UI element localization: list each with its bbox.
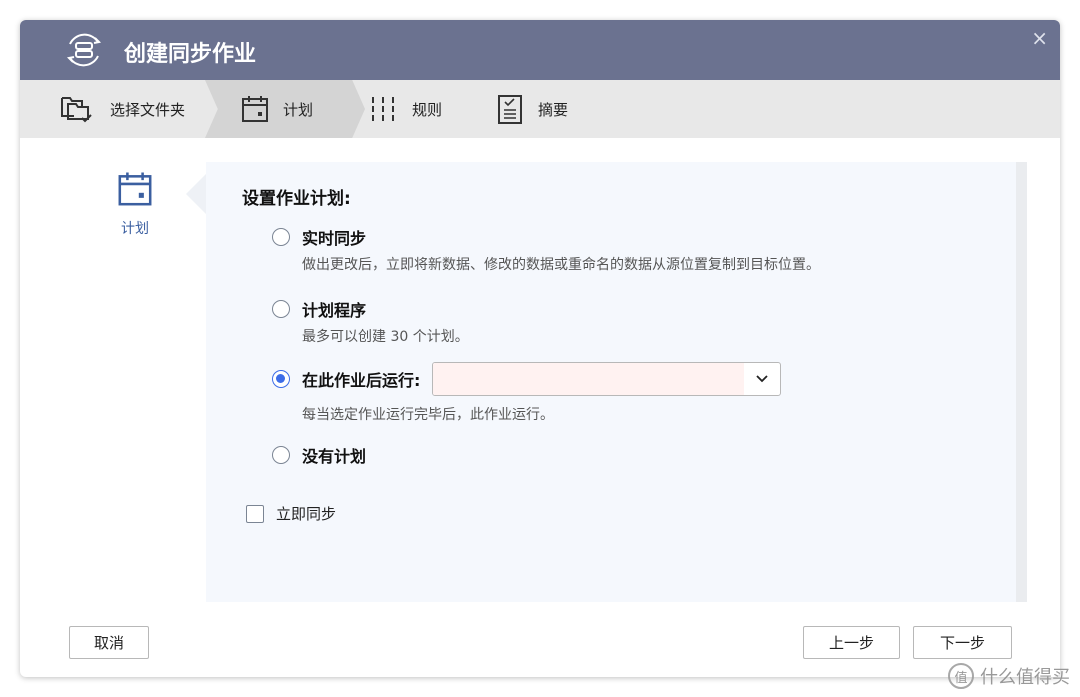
scrollbar[interactable] <box>1016 162 1027 602</box>
current-step-label: 计划 <box>121 221 149 237</box>
clipboard-icon <box>498 95 522 124</box>
next-button[interactable]: 下一步 <box>913 626 1012 659</box>
radio-button[interactable] <box>272 446 290 464</box>
current-step-indicator: 计划 <box>115 170 155 238</box>
calendar-icon <box>118 172 152 206</box>
checkbox[interactable] <box>246 504 264 523</box>
step-summary: 摘要 <box>496 80 568 138</box>
sliders-icon <box>372 97 394 121</box>
schedule-panel: 设置作业计划: 实时同步 做出更改后，立即将新数据、修改的数据或重命名的数据从源… <box>186 162 1016 602</box>
radio-button-selected[interactable] <box>272 370 290 388</box>
watermark-logo-icon: 值 <box>948 663 974 689</box>
section-heading: 设置作业计划: <box>242 189 351 209</box>
step-label: 计划 <box>283 100 314 119</box>
radio-button[interactable] <box>272 300 290 318</box>
option-label: 在此作业后运行: <box>302 371 421 390</box>
option-label: 没有计划 <box>302 447 367 466</box>
wizard-steps: 选择文件夹 计划 规则 摘要 <box>20 80 1060 138</box>
cancel-button[interactable]: 取消 <box>69 626 149 659</box>
watermark-text: 什么值得买 <box>980 667 1070 688</box>
step-schedule: 计划 <box>205 80 365 138</box>
job-select-dropdown[interactable] <box>432 362 782 396</box>
sync-job-icon <box>66 33 102 67</box>
radio-button[interactable] <box>272 228 290 246</box>
step-label: 选择文件夹 <box>110 100 186 119</box>
back-button[interactable]: 上一步 <box>803 626 900 659</box>
step-select-folder: 选择文件夹 <box>60 80 185 138</box>
step-rules: 规则 <box>368 80 442 138</box>
option-label: 实时同步 <box>302 229 367 248</box>
calendar-icon <box>242 96 268 122</box>
close-icon[interactable]: × <box>1031 26 1048 50</box>
step-label: 规则 <box>412 100 443 119</box>
option-description: 最多可以创建 30 个计划。 <box>302 329 469 345</box>
job-select-value <box>433 363 745 395</box>
step-label: 摘要 <box>538 100 569 119</box>
option-no-schedule[interactable]: 没有计划 <box>272 443 366 467</box>
create-sync-job-dialog: 创建同步作业 × 选择文件夹 计划 规则 摘要 计划 设置作业计划: 实时同步 … <box>20 20 1060 677</box>
option-description: 做出更改后，立即将新数据、修改的数据或重命名的数据从源位置复制到目标位置。 <box>302 257 820 273</box>
folder-check-icon <box>61 97 92 123</box>
checkbox-label: 立即同步 <box>276 505 337 523</box>
option-label: 计划程序 <box>302 301 367 320</box>
option-scheduler[interactable]: 计划程序 <box>272 297 366 321</box>
sync-now-checkbox[interactable]: 立即同步 <box>246 503 336 524</box>
watermark: 值什么值得买 <box>948 663 1070 689</box>
dialog-header: 创建同步作业 × <box>20 20 1060 80</box>
option-description: 每当选定作业运行完毕后，此作业运行。 <box>302 407 554 423</box>
chevron-down-icon[interactable] <box>744 363 780 395</box>
option-realtime-sync[interactable]: 实时同步 <box>272 225 366 249</box>
option-run-after-job[interactable]: 在此作业后运行: <box>272 362 782 396</box>
dialog-title: 创建同步作业 <box>124 42 257 67</box>
